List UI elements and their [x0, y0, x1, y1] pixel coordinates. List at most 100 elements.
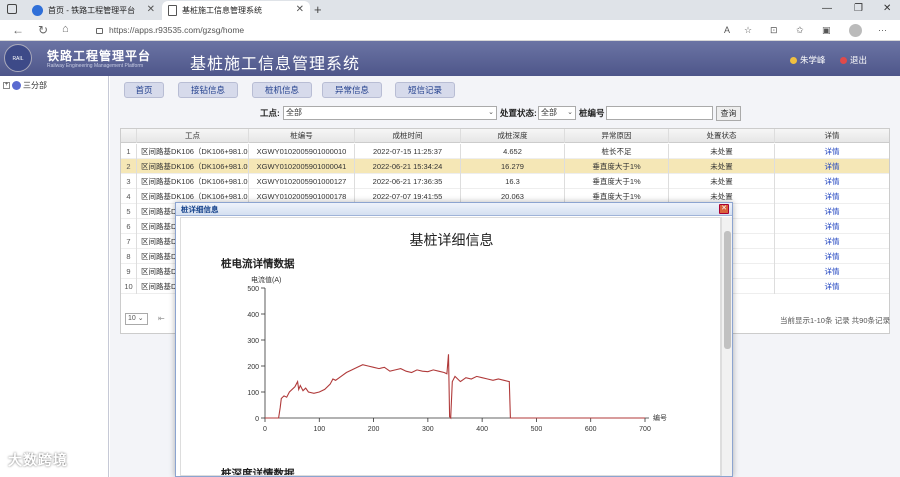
- tab-label: 首页 - 铁路工程管理平台: [48, 6, 136, 15]
- page-size-select[interactable]: 10 ⌄: [125, 313, 148, 325]
- site-cell: 区间路基DK106（DK106+981.0(: [137, 144, 249, 159]
- header-time[interactable]: 成桩时间: [355, 129, 461, 143]
- header-depth[interactable]: 成桩深度: [461, 129, 565, 143]
- time-cell: 2022-06-21 15:34:24: [355, 159, 461, 174]
- new-tab-icon[interactable]: +: [314, 2, 322, 17]
- pile-detail-dialog: 桩详细信息 ✕ 基桩详细信息 桩电流详情数据 0 100 200 300 400 500 0…: [175, 202, 733, 477]
- tab-home[interactable]: 首页 - 铁路工程管理平台 ✕: [26, 1, 161, 20]
- pile-no-cell: XGWY0102005901000041: [249, 159, 355, 174]
- status-cell: 未处置: [669, 159, 775, 174]
- user-menu[interactable]: 朱学峰: [790, 54, 826, 66]
- depth-cell: 4.652: [461, 144, 565, 159]
- window-close-icon[interactable]: ✕: [883, 3, 891, 14]
- detail-link[interactable]: 详情: [775, 219, 889, 234]
- row-number: 10: [121, 279, 137, 294]
- reason-cell: 垂直度大于1%: [565, 174, 669, 189]
- tab-actions-icon[interactable]: [7, 4, 17, 14]
- back-icon[interactable]: ←: [12, 23, 24, 37]
- header-status[interactable]: 处置状态: [669, 129, 775, 143]
- more-menu-icon[interactable]: ···: [878, 25, 887, 35]
- favorites-icon[interactable]: ✩: [796, 25, 804, 36]
- scrollbar-thumb[interactable]: [724, 231, 731, 349]
- site-cell: 区间路基DK106（DK106+981.0(: [137, 174, 249, 189]
- y-tick-label: 100: [247, 390, 259, 397]
- header-site[interactable]: 工点: [137, 129, 249, 143]
- y-tick-label: 500: [247, 286, 259, 293]
- logout-button[interactable]: 退出: [840, 54, 867, 66]
- site-filter-label: 工点:: [260, 108, 280, 118]
- tab-pile-system[interactable]: 基桩施工信息管理系统 ✕: [162, 1, 310, 20]
- query-button[interactable]: 查询: [716, 106, 741, 121]
- profile-avatar[interactable]: [849, 24, 862, 37]
- table-row[interactable]: 2 区间路基DK106（DK106+981.0(XGWY0102005901000…: [121, 159, 889, 174]
- x-axis-label: 编号: [653, 413, 667, 422]
- status-select[interactable]: 全部 ⌄: [538, 106, 576, 120]
- close-tab-icon[interactable]: ✕: [147, 4, 155, 15]
- x-tick-label: 0: [263, 426, 267, 433]
- expand-icon[interactable]: +: [3, 82, 10, 89]
- home-icon[interactable]: ⌂: [62, 23, 69, 35]
- nav-home-button[interactable]: 首页: [124, 82, 164, 98]
- detail-link[interactable]: 详情: [775, 174, 889, 189]
- read-aloud-icon[interactable]: A: [724, 25, 730, 35]
- x-tick-label: 700: [639, 426, 651, 433]
- pile-no-label: 桩编号: [579, 108, 605, 118]
- x-tick-label: 200: [368, 426, 380, 433]
- pile-no-input[interactable]: [606, 106, 713, 120]
- current-section-title: 桩电流详情数据: [221, 258, 295, 270]
- extensions-icon[interactable]: ⊡: [770, 25, 778, 36]
- row-number: 9: [121, 264, 137, 279]
- x-tick-label: 300: [422, 426, 434, 433]
- status-cell: 未处置: [669, 144, 775, 159]
- nav-pile-machine-button[interactable]: 桩机信息: [252, 82, 312, 98]
- detail-link[interactable]: 详情: [775, 264, 889, 279]
- browser-tab-bar: 首页 - 铁路工程管理平台 ✕ 基桩施工信息管理系统 ✕ + — ❐ ✕: [0, 0, 900, 20]
- x-tick-label: 100: [313, 426, 325, 433]
- depth-cell: 16.3: [461, 174, 565, 189]
- reason-cell: 垂直度大于1%: [565, 159, 669, 174]
- address-bar: ← ↻ ⌂ https://apps.r93535.com/gzsg/home …: [0, 20, 900, 41]
- nav-sms-button[interactable]: 短信记录: [395, 82, 455, 98]
- detail-link[interactable]: 详情: [775, 204, 889, 219]
- x-tick-label: 400: [476, 426, 488, 433]
- header-reason[interactable]: 异常原因: [565, 129, 669, 143]
- y-tick-label: 300: [247, 338, 259, 345]
- detail-link[interactable]: 详情: [775, 234, 889, 249]
- table-row[interactable]: 1 区间路基DK106（DK106+981.0(XGWY0102005901000…: [121, 144, 889, 159]
- tree-node-icon: [12, 81, 21, 90]
- tree-node-root[interactable]: + 三分部: [3, 80, 47, 91]
- favorite-star-icon[interactable]: ☆: [744, 25, 752, 36]
- app-title: 基桩施工信息管理系统: [190, 56, 361, 73]
- maximize-icon[interactable]: ❐: [854, 3, 863, 14]
- url-field[interactable]: https://apps.r93535.com/gzsg/home: [96, 23, 776, 38]
- dialog-titlebar: 桩详细信息 ✕: [176, 203, 732, 216]
- table-row[interactable]: 3 区间路基DK106（DK106+981.0(XGWY0102005901000…: [121, 174, 889, 189]
- collections-icon[interactable]: ▣: [822, 25, 831, 36]
- y-tick-label: 200: [247, 364, 259, 371]
- detail-link[interactable]: 详情: [775, 249, 889, 264]
- header-pile-no[interactable]: 桩编号: [249, 129, 355, 143]
- site-select[interactable]: 全部 ⌄: [283, 106, 497, 120]
- detail-link[interactable]: 详情: [775, 159, 889, 174]
- chevron-down-icon: ⌄: [488, 109, 494, 116]
- dialog-close-icon[interactable]: ✕: [719, 204, 729, 214]
- status-cell: 未处置: [669, 174, 775, 189]
- nav-pile-driving-button[interactable]: 接钻信息: [178, 82, 238, 98]
- nav-abnormal-button[interactable]: 异常信息: [322, 82, 382, 98]
- detail-link[interactable]: 详情: [775, 189, 889, 204]
- status-filter-label: 处置状态:: [500, 108, 537, 118]
- row-number: 1: [121, 144, 137, 159]
- detail-link[interactable]: 详情: [775, 144, 889, 159]
- refresh-icon[interactable]: ↻: [38, 23, 48, 37]
- detail-link[interactable]: 详情: [775, 279, 889, 294]
- dialog-scrollbar[interactable]: [721, 217, 732, 476]
- y-axis-label: 电流值(A): [251, 275, 281, 284]
- reason-cell: 桩长不足: [565, 144, 669, 159]
- minimize-icon[interactable]: —: [822, 3, 832, 14]
- first-page-icon[interactable]: ⇤: [158, 314, 165, 323]
- app-header: RAIL 铁路工程管理平台 Railway Engineering Manage…: [0, 41, 900, 76]
- row-number: 3: [121, 174, 137, 189]
- user-icon: [790, 57, 797, 64]
- close-tab-icon[interactable]: ✕: [296, 4, 304, 15]
- header-detail: 详情: [824, 131, 840, 140]
